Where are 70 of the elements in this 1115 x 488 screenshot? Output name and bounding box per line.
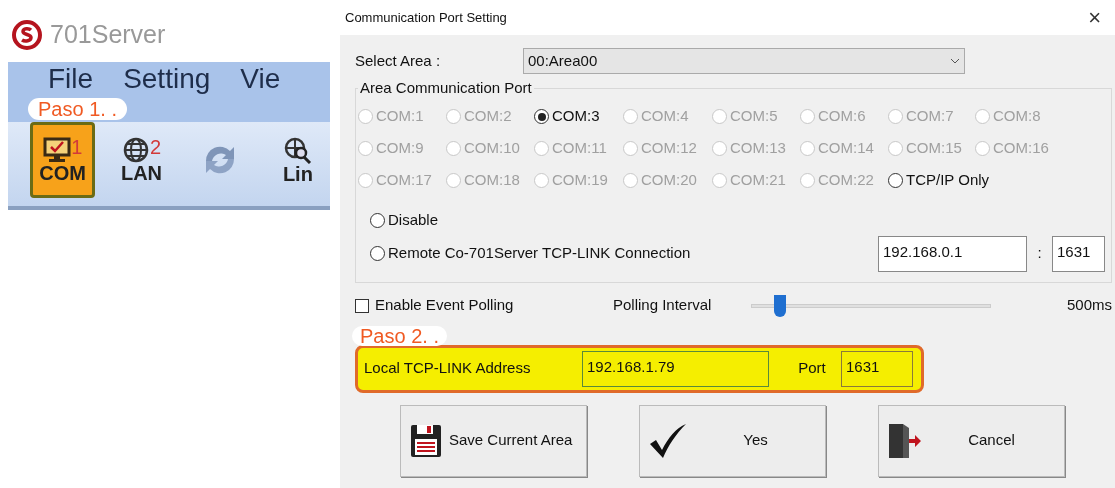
step-label: Paso 2. .: [352, 325, 447, 346]
radio-button[interactable]: [370, 246, 385, 261]
area-dropdown[interactable]: 00:Area00: [523, 48, 965, 74]
ip-address-field[interactable]: 192.168.0.1: [878, 235, 1027, 272]
badge-number: 1: [71, 137, 83, 157]
radio-button[interactable]: [534, 109, 549, 124]
slider-label: Polling Interval: [613, 295, 713, 316]
slider-value: 500ms: [1066, 295, 1112, 316]
radio-button[interactable]: [370, 213, 385, 228]
toolbar-button[interactable]: Lin: [265, 122, 330, 198]
window-title: Communication Port Setting: [345, 8, 507, 27]
menu-item[interactable]: Setting: [123, 64, 211, 94]
chevron-down-icon: [950, 58, 960, 64]
dialog-button[interactable]: Cancel: [878, 404, 1065, 477]
radio-label: COM:2: [464, 106, 512, 127]
menu-item[interactable]: File: [48, 64, 94, 94]
radio-label: TCP/IP Only: [906, 170, 990, 191]
radio-label: COM:9: [376, 138, 424, 159]
radio-label: COM:6: [818, 106, 866, 127]
toolbar-button[interactable]: 1 COM: [30, 122, 96, 198]
radio-label: COM:19: [552, 170, 608, 191]
checkmark-icon: [648, 421, 688, 460]
radio-button[interactable]: [888, 173, 903, 188]
radio-label: COM:20: [641, 170, 697, 191]
radio-label: COM:10: [464, 138, 520, 159]
field-label: Local TCP-LINK Address: [364, 358, 532, 379]
checkbox[interactable]: [355, 298, 369, 313]
globe-icon: [121, 137, 150, 163]
toolbar-button[interactable]: 2 LAN: [109, 122, 174, 198]
menu-item[interactable]: Vie: [240, 64, 281, 94]
radio-label: COM:4: [641, 106, 689, 127]
radio-label: COM:7: [906, 106, 954, 127]
exit-door-icon: [887, 421, 921, 460]
port-field[interactable]: 1631: [1052, 235, 1105, 272]
globe-search-icon: [282, 136, 313, 164]
local-port-field[interactable]: 1631: [841, 350, 913, 387]
radio-label: COM:12: [641, 138, 697, 159]
radio-label: Remote Co-701Server TCP-LINK Connection: [388, 243, 691, 264]
radio-label: COM:16: [993, 138, 1049, 159]
radio-label: COM:13: [730, 138, 786, 159]
radio-label: COM:5: [730, 106, 778, 127]
radio-label: COM:11: [552, 138, 607, 159]
radio-label: COM:21: [730, 170, 786, 191]
close-button[interactable]: ×: [1088, 6, 1101, 29]
radio-label: Disable: [388, 210, 439, 231]
radio-label: COM:22: [818, 170, 874, 191]
dialog-button[interactable]: Save Current Area: [400, 404, 587, 477]
toolbar-label: Lin: [282, 164, 313, 184]
local-address-field[interactable]: 192.168.1.79: [582, 350, 769, 387]
radio-label: COM:17: [376, 170, 432, 191]
toolbar-label: COM: [39, 163, 87, 183]
radio-label: COM:14: [818, 138, 874, 159]
field-label: Select Area :: [355, 50, 442, 71]
logo-icon: [12, 20, 42, 50]
radio-label: COM:3: [552, 106, 600, 127]
separator-text: :: [1036, 243, 1043, 264]
group-title: Area Communication Port: [359, 78, 533, 98]
slider-thumb[interactable]: [773, 294, 786, 317]
badge-number: 2: [149, 137, 162, 157]
step-label: Paso 1. .: [28, 98, 127, 120]
radio-label: COM:18: [464, 170, 520, 191]
toolbar-label: LAN: [120, 163, 163, 183]
app-title: 701Server: [50, 19, 166, 51]
radio-label: COM:1: [376, 106, 424, 127]
field-label: Port: [797, 358, 827, 379]
dialog-button[interactable]: Yes: [639, 404, 826, 477]
monitor-icon: [43, 137, 72, 163]
radio-label: COM:15: [906, 138, 962, 159]
checkbox-label: Enable Event Polling: [375, 295, 514, 316]
radio-label: COM:8: [993, 106, 1041, 127]
